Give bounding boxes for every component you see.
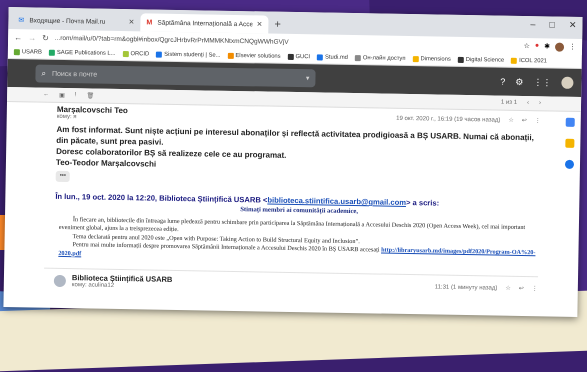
- bookmark-item[interactable]: GUCI: [287, 53, 310, 60]
- bookmark-item[interactable]: Dimensions: [412, 55, 451, 62]
- tab-label: Săptămâna Internațională a Acce: [157, 19, 253, 28]
- email-header: Biblioteca Științifică USARB кому: aculi…: [53, 273, 538, 296]
- mail-icon: ✉: [18, 16, 25, 24]
- tab-label: Входящие - Почта Mail.ru: [29, 16, 106, 26]
- bookmark-item[interactable]: Он-лайн доступ: [354, 54, 406, 61]
- bookmark-icon: [511, 57, 518, 64]
- settings-icon[interactable]: ⚙: [515, 76, 523, 87]
- apps-icon[interactable]: ⋮⋮: [533, 77, 551, 88]
- more-icon[interactable]: ⋮: [535, 117, 541, 124]
- maximize-icon[interactable]: □: [549, 19, 555, 30]
- search-placeholder: Поиск в почте: [51, 70, 98, 79]
- bookmark-item[interactable]: SAGE Publications L...: [48, 49, 116, 56]
- more-icon[interactable]: ⋮: [532, 285, 538, 292]
- close-icon[interactable]: ✕: [128, 18, 134, 26]
- reply-icon[interactable]: ↩: [522, 117, 527, 124]
- star-icon[interactable]: ☆: [508, 117, 514, 124]
- extension-icon[interactable]: ●: [535, 42, 539, 51]
- delete-icon[interactable]: 🗑: [86, 92, 94, 99]
- email-meta: 11:31 (1 минуту назад) ☆ ↩ ⋮: [435, 283, 538, 292]
- back-to-inbox-icon[interactable]: ←: [43, 92, 49, 98]
- bookmark-icon: [412, 55, 419, 62]
- email-thread: Marșalcovschi Teo кому: я 19 окт. 2020 г…: [4, 104, 581, 297]
- email-meta: 19 окт. 2020 г., 16:19 (19 часов назад) …: [396, 115, 541, 124]
- back-icon[interactable]: ←: [14, 33, 22, 42]
- quote-email-link[interactable]: biblioteca.stiintifica.usarb@gmail.com: [267, 196, 406, 207]
- email-date: 19 окт. 2020 г., 16:19 (19 часов назад): [396, 115, 501, 124]
- account-avatar[interactable]: [561, 76, 574, 89]
- bookmark-item[interactable]: Digital Science: [457, 56, 504, 63]
- bookmark-icon: [48, 49, 55, 56]
- forward-icon[interactable]: →: [28, 33, 36, 42]
- bookmark-item[interactable]: Sistem studenți | Se...: [156, 51, 221, 58]
- email-date: 11:31 (1 минуту назад): [434, 283, 498, 292]
- bookmark-item[interactable]: Elsevier solutions: [227, 52, 281, 59]
- bookmark-icon: [13, 48, 20, 55]
- gmail-icon: M: [146, 18, 153, 27]
- help-icon[interactable]: ?: [500, 77, 505, 87]
- archive-icon[interactable]: ▣: [59, 91, 65, 98]
- reply-icon[interactable]: ↩: [519, 285, 524, 292]
- bookmark-icon: [354, 54, 361, 61]
- address-bar-icons: ☆ ● ✱ ⋮: [524, 42, 577, 52]
- window-controls: – □ ✕: [530, 19, 576, 31]
- close-icon[interactable]: ✕: [256, 20, 262, 28]
- bookmark-icon: [156, 51, 163, 58]
- sender-avatar: [53, 274, 67, 287]
- calendar-icon[interactable]: [565, 117, 575, 127]
- search-icon[interactable]: ⌕: [41, 69, 46, 79]
- profile-avatar[interactable]: [554, 42, 565, 52]
- bookmark-item[interactable]: Studi.md: [317, 53, 348, 61]
- tasks-icon[interactable]: [564, 159, 574, 169]
- next-icon[interactable]: ›: [539, 100, 541, 106]
- star-icon[interactable]: ☆: [505, 285, 511, 292]
- star-icon[interactable]: ☆: [524, 42, 530, 51]
- bookmark-icon: [457, 56, 464, 63]
- new-tab-button[interactable]: +: [268, 19, 287, 34]
- search-input[interactable]: ⌕ Поиск в почте ▾: [35, 64, 316, 88]
- close-window-icon[interactable]: ✕: [569, 20, 577, 31]
- reload-icon[interactable]: ↻: [42, 33, 49, 42]
- pagination: 1 из 1: [500, 99, 518, 106]
- bookmark-item[interactable]: ORCID: [122, 50, 149, 57]
- bookmark-icon: [317, 53, 324, 61]
- search-options-icon[interactable]: ▾: [306, 74, 310, 82]
- show-trimmed-button[interactable]: •••: [55, 170, 71, 183]
- keep-icon[interactable]: [564, 138, 574, 148]
- bookmark-icon: [287, 53, 294, 60]
- quoted-message: Stimați membri ai comunității academice,…: [54, 203, 539, 266]
- bookmark-icon: [122, 50, 129, 57]
- bookmark-icon: [227, 52, 234, 59]
- browser-window: ✉ Входящие - Почта Mail.ru ✕ M Săptămâna…: [3, 7, 583, 317]
- quote-suffix: > a scris:: [405, 197, 440, 208]
- puzzle-icon[interactable]: ✱: [544, 42, 550, 51]
- menu-icon[interactable]: ⋮: [569, 42, 576, 51]
- bookmark-item[interactable]: ICOL 2021: [511, 57, 547, 64]
- header-actions: ? ⚙ ⋮⋮: [500, 76, 574, 89]
- side-panel: [562, 114, 577, 169]
- spam-icon[interactable]: !: [75, 92, 77, 98]
- email-body: Am fost informat. Sunt niște acțiuni pe …: [55, 124, 541, 190]
- prev-icon[interactable]: ‹: [527, 100, 529, 106]
- bookmark-item[interactable]: USARB: [13, 48, 42, 55]
- recipient-line[interactable]: кому: я: [57, 114, 128, 121]
- minimize-icon[interactable]: –: [530, 19, 535, 30]
- tab-gmail[interactable]: M Săptămâna Internațională a Acce ✕: [140, 13, 269, 34]
- tab-mail-ru[interactable]: ✉ Входящие - Почта Mail.ru ✕: [12, 11, 140, 31]
